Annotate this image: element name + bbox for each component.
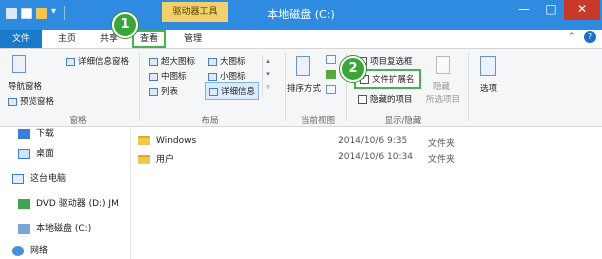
file-date: 2014/10/6 10:34 bbox=[338, 152, 413, 162]
file-type: 文件夹 bbox=[428, 139, 456, 149]
sort-by-icon[interactable] bbox=[296, 56, 310, 76]
small-icons-icon bbox=[208, 72, 217, 81]
group-label-current-view: 当前视图 bbox=[300, 116, 335, 126]
large-icons-label: 大图标 bbox=[220, 57, 246, 67]
nav-item-label: 这台电脑 bbox=[30, 174, 67, 184]
item-checkboxes-toggle[interactable]: 项目复选框 bbox=[358, 55, 413, 67]
preview-pane-icon bbox=[8, 97, 17, 106]
nav-item-local-disk[interactable]: 本地磁盘 (C:) bbox=[18, 221, 91, 234]
hidden-items-label: 隐藏的项目 bbox=[370, 95, 413, 105]
group-by-icon[interactable] bbox=[326, 55, 336, 64]
ribbon-separator bbox=[468, 53, 469, 121]
details-icon bbox=[209, 87, 218, 96]
ribbon-separator bbox=[139, 53, 140, 121]
item-checkboxes-label: 项目复选框 bbox=[370, 57, 413, 67]
details-pane-button[interactable]: 详细信息窗格 bbox=[66, 55, 129, 67]
pane-divider bbox=[130, 126, 131, 259]
extra-large-icons-icon bbox=[149, 57, 158, 66]
medium-icons-icon bbox=[149, 72, 158, 81]
nav-item-dvd-drive[interactable]: DVD 驱动器 (D:) JM bbox=[18, 196, 119, 209]
small-icons-label: 小图标 bbox=[220, 72, 246, 82]
maximize-button[interactable]: □ bbox=[538, 0, 564, 20]
nav-item-this-pc[interactable]: 这台电脑 bbox=[12, 171, 66, 184]
group-label-layout: 布局 bbox=[201, 116, 219, 126]
extra-large-icons-label: 超大图标 bbox=[161, 57, 196, 67]
ribbon-tab-bar bbox=[0, 30, 602, 49]
tab-view[interactable]: 查看 bbox=[132, 30, 166, 48]
step-badge-1: 1 bbox=[112, 12, 138, 38]
downloads-icon bbox=[18, 128, 30, 139]
file-type: 文件夹 bbox=[428, 155, 456, 165]
desktop-icon bbox=[18, 148, 30, 159]
layout-small-icons[interactable]: 小图标 bbox=[208, 70, 246, 82]
file-row[interactable]: 用户 bbox=[138, 152, 174, 165]
navigation-pane-icon[interactable] bbox=[12, 55, 26, 73]
network-icon bbox=[12, 245, 24, 256]
minimize-button[interactable]: — bbox=[510, 0, 538, 20]
group-label-show-hide: 显示/隐藏 bbox=[384, 116, 422, 126]
group-label-panes: 窗格 bbox=[69, 116, 87, 126]
layout-list[interactable]: 列表 bbox=[149, 85, 178, 97]
layout-extra-large-icons[interactable]: 超大图标 bbox=[149, 55, 195, 67]
hide-selected-icon[interactable] bbox=[436, 56, 450, 74]
file-date: 2014/10/6 9:35 bbox=[338, 136, 408, 146]
list-label: 列表 bbox=[161, 87, 179, 97]
preview-pane-button[interactable]: 预览窗格 bbox=[8, 95, 54, 107]
medium-icons-label: 中图标 bbox=[161, 72, 187, 82]
details-label: 详细信息 bbox=[221, 87, 256, 97]
nav-item-label: DVD 驱动器 (D:) JM bbox=[36, 199, 119, 209]
add-columns-icon[interactable] bbox=[326, 70, 336, 79]
details-pane-label: 详细信息窗格 bbox=[78, 57, 130, 67]
file-name: Windows bbox=[156, 136, 197, 146]
options-icon[interactable] bbox=[480, 56, 496, 76]
file-row[interactable]: Windows bbox=[138, 136, 196, 146]
folder-icon bbox=[138, 155, 150, 164]
nav-item-downloads[interactable]: 下载 bbox=[18, 126, 54, 139]
tab-manage[interactable]: 管理 bbox=[176, 30, 210, 48]
large-icons-icon bbox=[208, 57, 217, 66]
computer-icon bbox=[12, 173, 24, 184]
hidden-items-toggle[interactable]: 隐藏的项目 bbox=[358, 93, 413, 105]
ribbon-separator bbox=[285, 53, 286, 121]
layout-medium-icons[interactable]: 中图标 bbox=[149, 70, 187, 82]
close-button[interactable]: ✕ bbox=[564, 0, 600, 20]
sort-by-button[interactable]: 排序方式 bbox=[287, 82, 321, 94]
tab-file[interactable]: 文件 bbox=[0, 30, 42, 48]
hidden-items-checkbox[interactable] bbox=[358, 95, 367, 104]
preview-pane-label: 预览窗格 bbox=[20, 97, 55, 107]
nav-item-desktop[interactable]: 桌面 bbox=[18, 146, 54, 159]
options-button[interactable]: 选项 bbox=[480, 82, 497, 94]
nav-item-network[interactable]: 网络 bbox=[12, 243, 48, 256]
nav-item-label: 网络 bbox=[30, 246, 49, 256]
layout-gallery-scroll[interactable]: ▴ ▾ ▿ bbox=[262, 55, 273, 97]
list-icon bbox=[149, 87, 158, 96]
nav-item-label: 桌面 bbox=[36, 149, 55, 159]
details-pane-icon bbox=[66, 57, 75, 66]
help-icon[interactable]: ? bbox=[584, 31, 596, 43]
layout-large-icons[interactable]: 大图标 bbox=[208, 55, 246, 67]
navigation-pane-button[interactable]: 导航窗格 bbox=[8, 80, 42, 92]
layout-details[interactable]: 详细信息 bbox=[205, 82, 260, 100]
file-extensions-label: 文件扩展名 bbox=[372, 75, 415, 85]
dvd-drive-icon bbox=[18, 198, 30, 209]
drive-icon bbox=[18, 223, 30, 234]
hide-button[interactable]: 隐藏 bbox=[433, 80, 450, 92]
size-columns-icon[interactable] bbox=[326, 85, 336, 94]
ribbon-collapse-icon[interactable]: ⌃ bbox=[568, 32, 576, 42]
step-badge-2: 2 bbox=[340, 56, 366, 82]
hide-selected-label: 所选项目 bbox=[426, 95, 461, 105]
nav-item-label: 下载 bbox=[36, 129, 55, 139]
folder-icon bbox=[138, 136, 150, 145]
nav-item-label: 本地磁盘 (C:) bbox=[36, 224, 92, 234]
file-name: 用户 bbox=[156, 155, 175, 165]
tab-home[interactable]: 主页 bbox=[50, 30, 84, 48]
